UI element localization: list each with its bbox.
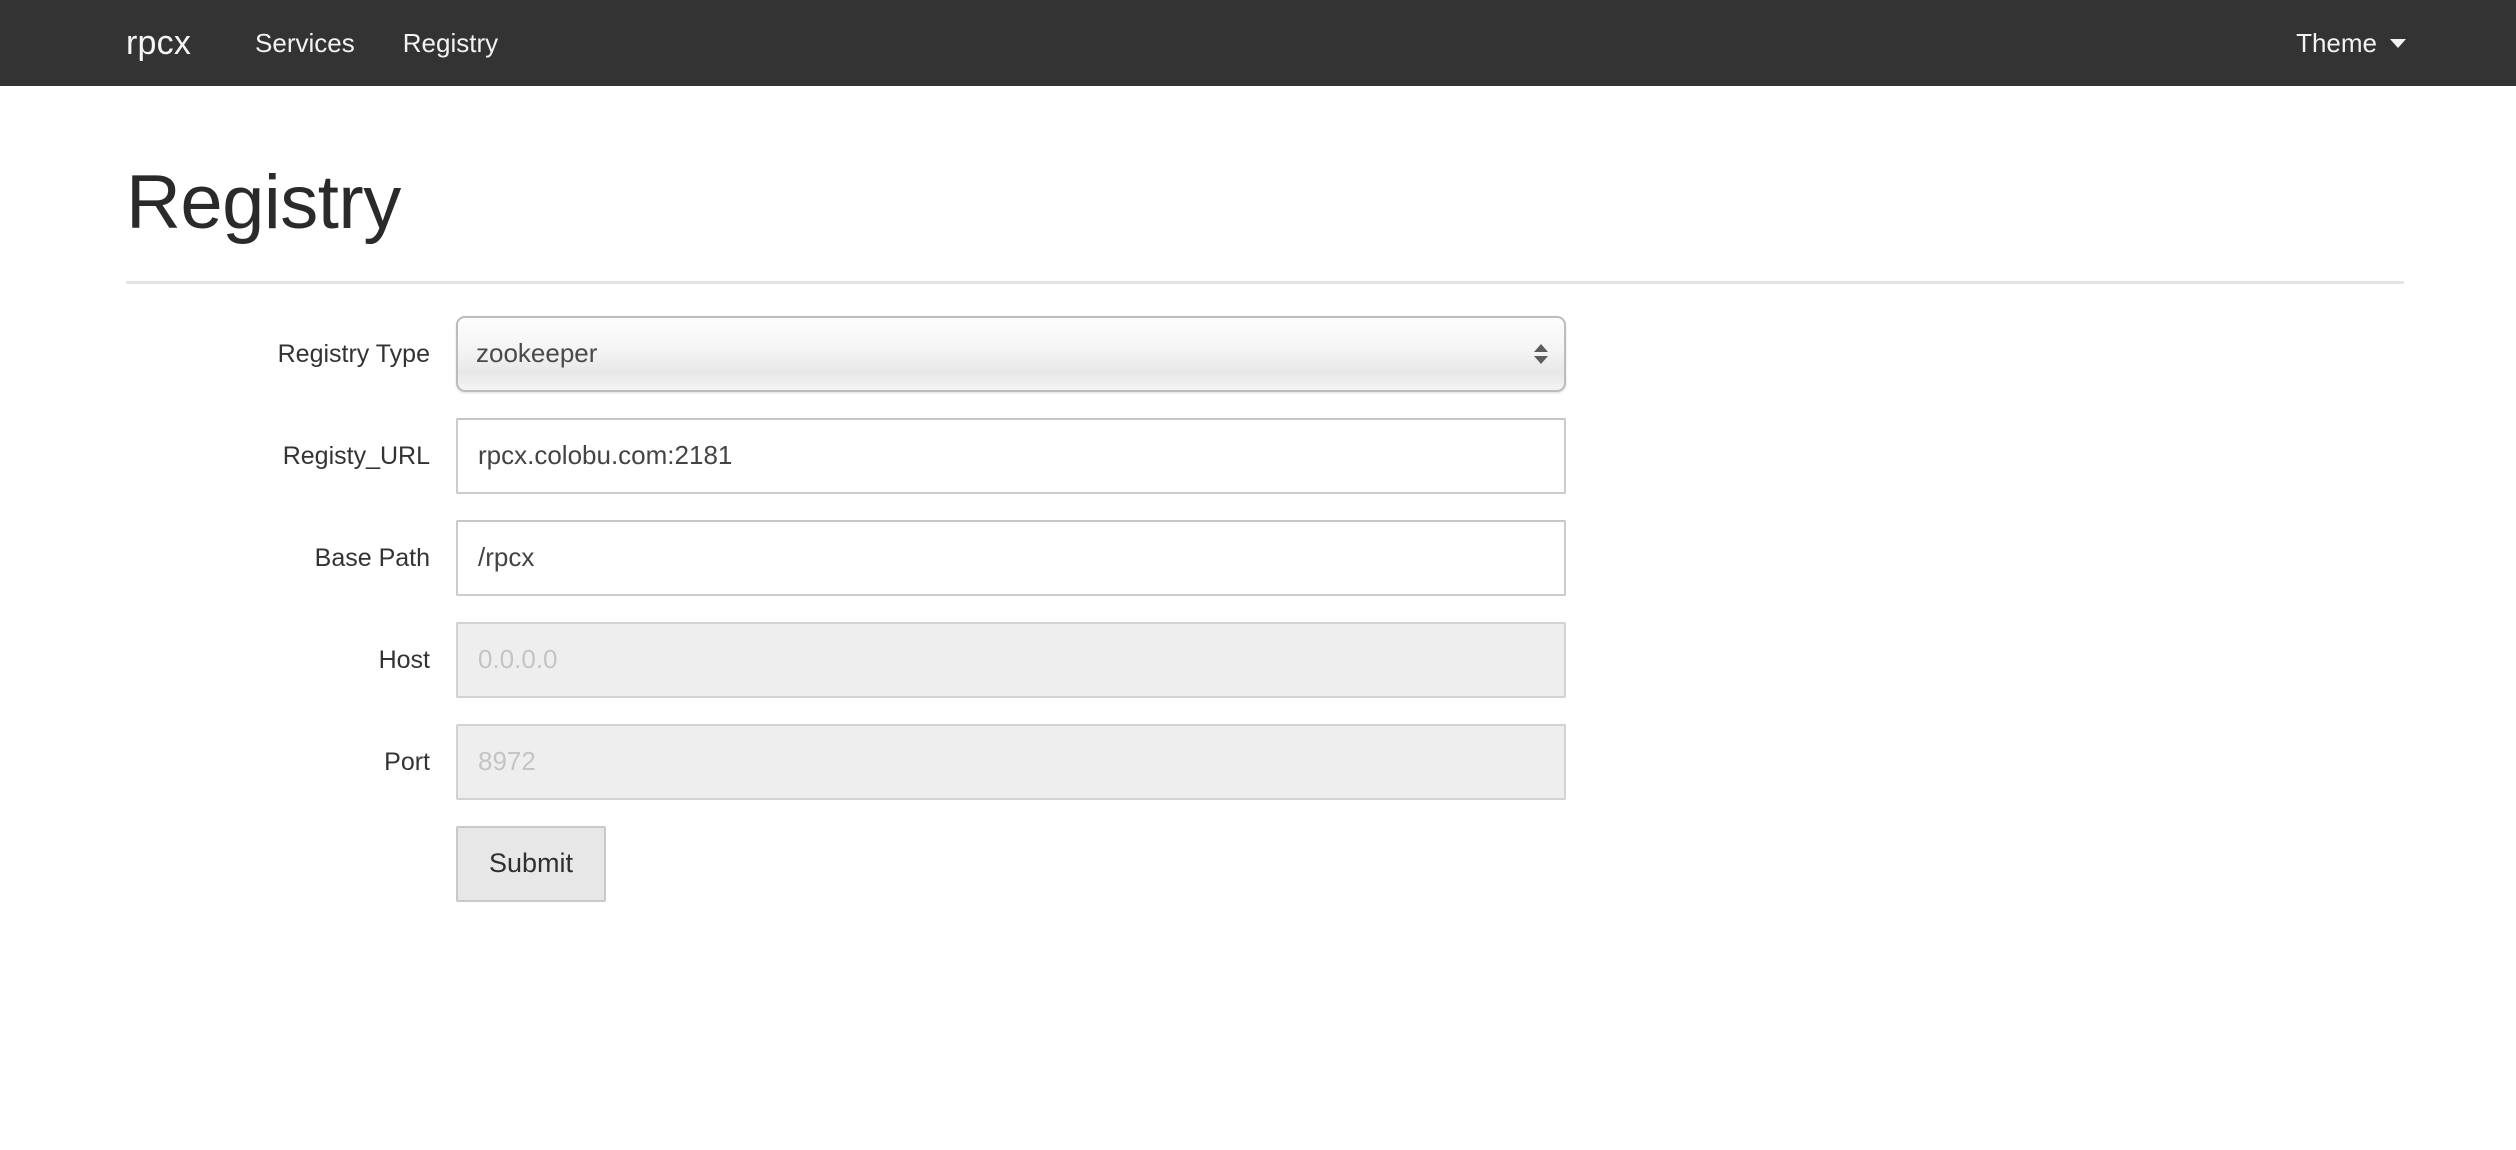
registry-type-selected-value: zookeeper: [476, 338, 598, 369]
navbar-right-section: Theme: [2296, 0, 2406, 86]
updown-arrows-icon: [1534, 343, 1548, 364]
primary-nav: Services Registry: [231, 0, 522, 86]
host-input[interactable]: [456, 621, 1566, 698]
nav-item-services[interactable]: Services: [231, 0, 379, 86]
registry-url-input[interactable]: [456, 417, 1566, 494]
top-navbar: rpcx Services Registry Theme: [0, 0, 2516, 86]
registry-form: Registry Type zookeeper Registy_URL Base…: [126, 284, 2404, 902]
brand-logo-rpcx[interactable]: rpcx: [126, 26, 201, 60]
page-container: Registry Registry Type zookeeper Registy…: [0, 86, 2516, 902]
theme-dropdown-label: Theme: [2296, 27, 2377, 58]
control-wrap-registry-url: [456, 417, 1566, 494]
arrow-up-icon: [1534, 343, 1548, 352]
theme-dropdown[interactable]: Theme: [2296, 28, 2406, 59]
arrow-down-icon: [1534, 355, 1548, 364]
submit-button[interactable]: Submit: [456, 825, 606, 902]
page-title: Registry: [126, 160, 401, 245]
registry-type-select[interactable]: zookeeper: [456, 315, 1566, 392]
caret-down-icon: [2390, 38, 2406, 48]
control-wrap-base-path: [456, 519, 1566, 596]
form-row-registry-url: Registy_URL: [126, 417, 2404, 494]
form-row-host: Host: [126, 621, 2404, 698]
control-wrap-registry-type: zookeeper: [456, 315, 1566, 392]
form-row-registry-type: Registry Type zookeeper: [126, 315, 2404, 392]
control-wrap-submit: Submit: [456, 825, 1566, 902]
control-wrap-port: [456, 723, 1566, 800]
label-base-path: Base Path: [314, 543, 430, 572]
label-registry-url: Registy_URL: [282, 441, 430, 470]
nav-item-registry[interactable]: Registry: [379, 0, 522, 86]
form-row-submit: Submit: [126, 825, 2404, 902]
form-row-base-path: Base Path: [126, 519, 2404, 596]
label-host: Host: [378, 645, 430, 674]
label-port: Port: [384, 747, 430, 776]
control-wrap-host: [456, 621, 1566, 698]
form-row-port: Port: [126, 723, 2404, 800]
base-path-input[interactable]: [456, 519, 1566, 596]
label-registry-type: Registry Type: [277, 339, 430, 368]
page-header: Registry: [126, 86, 2404, 284]
port-input[interactable]: [456, 723, 1566, 800]
